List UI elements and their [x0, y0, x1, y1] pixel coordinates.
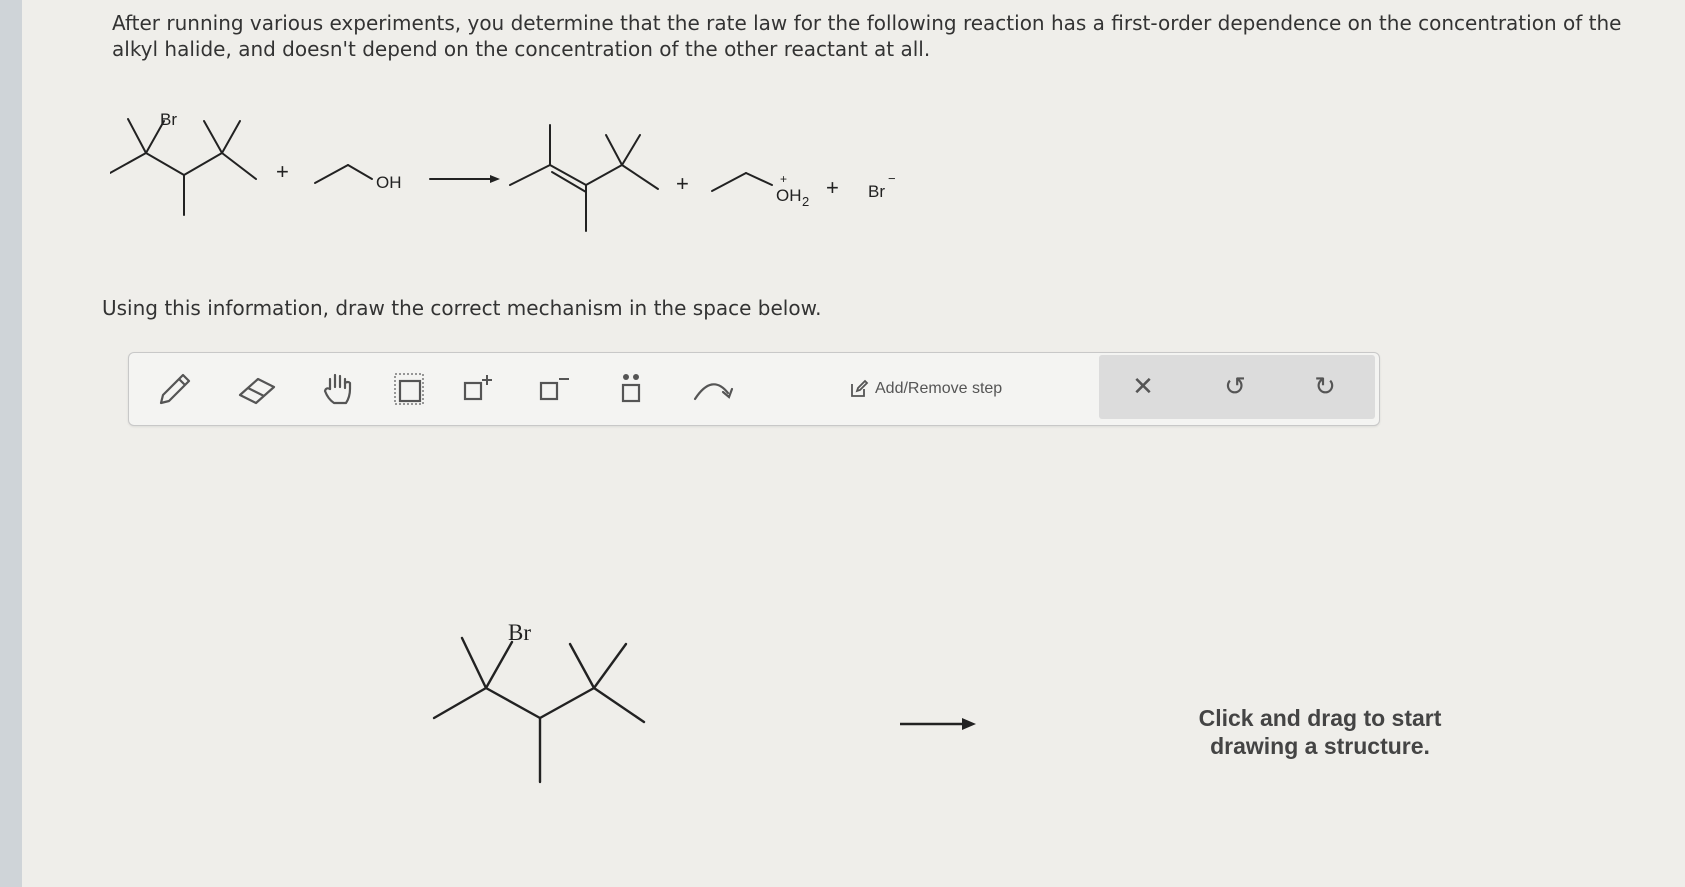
pencil-icon	[159, 373, 191, 405]
reactant1-br-label: Br	[160, 110, 177, 129]
ethanol-structure	[314, 164, 373, 184]
undo-button[interactable]: ↺	[1205, 365, 1265, 409]
curved-arrow-icon	[693, 383, 734, 401]
pencil-tool-button[interactable]	[151, 367, 199, 411]
drawing-toolbar: Add/Remove step ✕ ↺ ↻	[128, 352, 1380, 426]
canvas-br-label: Br	[508, 620, 531, 645]
drawing-hint: Click and drag to start drawing a struct…	[1198, 705, 1442, 759]
negative-charge-tool-button[interactable]	[531, 367, 579, 411]
select-tool-button[interactable]	[385, 367, 433, 411]
oxonium-subscript: 2	[802, 194, 809, 209]
redo-button[interactable]: ↻	[1295, 365, 1355, 409]
canvas-reaction-arrow	[900, 718, 976, 730]
oxonium-structure	[711, 172, 773, 192]
drawing-canvas[interactable]: Br	[60, 440, 1640, 880]
plus-sign: +	[276, 159, 289, 184]
question-text: After running various experiments, you d…	[112, 11, 1622, 61]
plus-sign: +	[826, 175, 839, 200]
bromide-charge: −	[888, 171, 896, 186]
negative-charge-icon	[539, 378, 569, 401]
eraser-icon	[238, 377, 276, 405]
close-icon: ✕	[1132, 372, 1154, 402]
hand-tool-button[interactable]	[315, 367, 363, 411]
window-edge	[0, 0, 22, 887]
plus-sign: +	[676, 171, 689, 196]
action-button-group: ✕ ↺ ↻	[1099, 355, 1375, 419]
alkene-product-structure	[509, 124, 659, 232]
undo-icon: ↺	[1224, 372, 1246, 402]
reaction-scheme: Br + OH + OH 2 + + Br −	[109, 105, 1010, 265]
alkyl-bromide-structure	[109, 118, 257, 216]
select-box-icon	[394, 373, 424, 405]
lone-pair-tool-button[interactable]	[607, 367, 655, 411]
oxonium-charge: +	[780, 172, 787, 186]
bromide-label: Br	[868, 182, 885, 201]
add-remove-step-label: Add/Remove step	[875, 380, 1003, 397]
positive-charge-icon	[463, 375, 492, 401]
positive-charge-tool-button[interactable]	[455, 367, 503, 411]
edit-icon	[851, 379, 869, 397]
ethanol-oh-label: OH	[376, 173, 402, 192]
eraser-tool-button[interactable]	[233, 367, 281, 411]
lone-pair-icon	[621, 374, 641, 403]
oxonium-oh-label: OH	[776, 186, 802, 205]
add-remove-step-button[interactable]: Add/Remove step	[849, 375, 1002, 403]
reaction-arrow	[429, 175, 500, 183]
redo-icon: ↻	[1314, 372, 1336, 402]
curved-arrow-tool-button[interactable]	[689, 367, 737, 411]
instruction-text: Using this information, draw the correct…	[102, 296, 822, 320]
hand-icon	[323, 373, 352, 405]
clear-button[interactable]: ✕	[1113, 365, 1173, 409]
canvas-alkyl-bromide-structure	[432, 636, 646, 784]
